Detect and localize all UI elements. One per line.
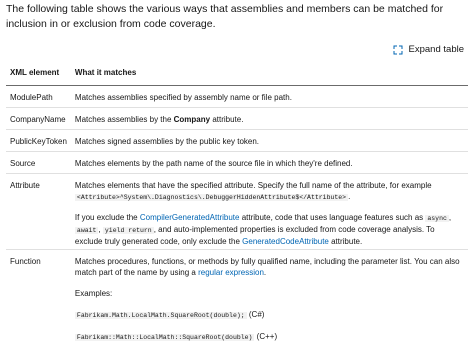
description-cell: Matches signed assemblies by the public … [70,129,468,152]
expand-table-label: Expand table [408,44,464,55]
expand-table-button[interactable]: Expand table [393,44,464,55]
inline-code: <Attribute>^System\.Diagnostics\.Debugge… [74,193,349,201]
element-cell: ModulePath [6,85,71,108]
description-text: Matches procedures, functions, or method… [74,256,460,277]
description-text: attribute, code that uses language featu… [239,212,426,222]
description-paragraph: Matches procedures, functions, or method… [75,256,464,278]
inline-code: Fabrikam::Math::LocalMath::SquareRoot(do… [74,333,255,341]
description-text: If you exclude the [74,212,140,222]
element-cell: Source [6,151,71,174]
table-row: Source Matches elements by the path name… [6,151,468,174]
element-cell: Attribute [6,173,71,250]
column-header-xml-element: XML element [6,63,71,86]
description-text: Matches assemblies by the [74,114,174,124]
description-cell: Matches elements by the path name of the… [70,151,468,174]
element-cell: Function [10,256,41,266]
description-cell: Matches procedures, functions, or method… [71,249,468,343]
expand-arrows-icon [393,45,403,54]
description-paragraph: Matches elements that have the specified… [74,180,464,203]
inline-code: yield return [102,226,154,234]
description-text: (C++) [254,331,278,341]
intro-text: The following table shows the various wa… [6,3,444,30]
table-row: ModulePath Matches assemblies specified … [6,85,468,108]
element-cell: PublicKeyToken [6,129,71,152]
description-cell: Matches assemblies specified by assembly… [70,85,468,108]
description-text: attribute. [210,114,244,124]
inline-code: async [425,214,449,222]
inline-code: await [74,226,99,234]
table-row: CompanyName Matches assemblies by the Co… [6,107,468,130]
description-text: attribute. [328,236,363,246]
bold-term: Company [173,114,211,124]
example-cpp: Fabrikam::Math::LocalMath::SquareRoot(do… [74,331,464,343]
description-text: , [448,212,452,222]
example-csharp: Fabrikam.Math.LocalMath.SquareRoot(doubl… [74,309,464,321]
description-text: . [348,191,351,201]
table-row: PublicKeyToken Matches signed assemblies… [6,129,468,152]
matching-table: XML element What it matches ModulePath M… [6,63,468,343]
description-cell: Matches elements that have the specified… [70,173,468,250]
inline-code: Fabrikam.Math.LocalMath.SquareRoot(doubl… [74,311,247,319]
description-text: (C#) [246,309,265,319]
table-header-row: XML element What it matches [6,63,468,86]
generated-code-attribute-link[interactable]: GeneratedCodeAttribute [242,237,329,246]
compiler-generated-attribute-link[interactable]: CompilerGeneratedAttribute [140,213,240,222]
description-text: Matches elements that have the specified… [74,180,432,190]
table-row: Attribute Matches elements that have the… [6,173,468,250]
regular-expression-link[interactable]: regular expression [198,268,264,277]
description-paragraph: If you exclude the CompilerGeneratedAttr… [74,212,464,247]
description-text: . [263,267,267,277]
table-row: Function Matches procedures, functions, … [6,249,468,343]
description-cell: Matches assemblies by the Company attrib… [70,107,468,130]
examples-label: Examples: [74,288,113,298]
element-cell: CompanyName [6,107,71,130]
column-header-what-it-matches: What it matches [70,63,468,86]
